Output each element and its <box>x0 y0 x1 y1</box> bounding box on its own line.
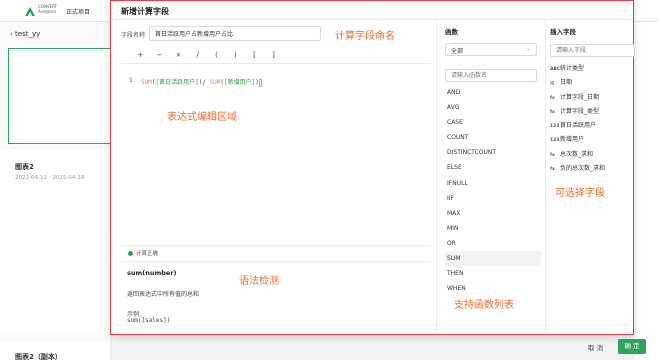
function-signature: sum(number) <box>127 269 177 277</box>
plus-operator-button[interactable]: + <box>131 51 150 59</box>
minus-operator-button[interactable]: − <box>150 51 169 59</box>
formula-icon: fx <box>550 109 555 115</box>
function-item-selected[interactable]: SUM <box>445 251 541 267</box>
confirm-button[interactable]: 确 定 <box>618 339 646 354</box>
function-item[interactable]: AND <box>445 85 541 100</box>
calc-field-dialog: 新增计算字段 字段名称 计算字段命名 + − × / ( ) [ ] 1 SUM… <box>110 0 635 335</box>
field-item[interactable]: ABC统计类型 <box>550 62 632 76</box>
annotation-field-name: 计算字段命名 <box>335 31 395 42</box>
function-panel-title: 函数 <box>445 28 458 36</box>
function-item[interactable]: COUNT <box>445 130 541 145</box>
text-cursor <box>258 78 262 87</box>
field-item[interactable]: fx 负的总次数_求和 <box>550 162 632 176</box>
divide-operator-button[interactable]: / <box>188 51 207 59</box>
function-list: AND AVG CASE COUNT DISTINCTCOUNT ELSE IF… <box>445 85 541 296</box>
brand-name: CONVERT Analytics <box>38 4 58 14</box>
field-panel: 插入字段 ABC统计类型 ▤日期 fx计算字段_日期 fx计算字段_类型 123… <box>550 26 635 176</box>
field-name-input[interactable] <box>149 26 321 41</box>
field-search-input[interactable] <box>550 44 635 57</box>
function-item[interactable]: IIF <box>445 191 541 206</box>
open-paren-button[interactable]: ( <box>207 51 226 59</box>
close-bracket-button[interactable]: ] <box>264 51 283 59</box>
chart-card-date: 2022-04-12 - 2022-04-18 <box>15 175 85 181</box>
multiply-operator-button[interactable]: × <box>169 51 188 59</box>
operator-toolbar: + − × / ( ) [ ] <box>131 51 283 59</box>
function-item[interactable]: OR <box>445 236 541 251</box>
line-number: 1 <box>129 77 133 84</box>
expression-editor[interactable]: 1 SUM([首日活跃用户])/ SUM([新增用户]) 表达式编辑区域 <box>121 63 431 258</box>
open-bracket-button[interactable]: [ <box>245 51 264 59</box>
field-name-label: 字段名称 <box>121 32 146 39</box>
function-item[interactable]: ELSE <box>445 160 541 175</box>
text-type-icon: ABC <box>550 67 561 72</box>
right-panel <box>634 22 658 360</box>
field-item[interactable]: ▤ 日期 <box>550 76 632 90</box>
annotation-functions: 支持函数列表 <box>454 300 514 311</box>
divider <box>545 20 546 334</box>
date-type-icon: ▤ <box>550 81 555 87</box>
function-item[interactable]: CASE <box>445 115 541 130</box>
check-icon <box>128 250 133 256</box>
formula-icon: fx <box>550 152 555 158</box>
function-search-input[interactable] <box>445 69 537 82</box>
close-paren-button[interactable]: ) <box>226 51 245 59</box>
project-name[interactable]: 正式项目 <box>66 7 90 16</box>
annotation-editor: 表达式编辑区域 <box>167 112 237 123</box>
divider <box>111 19 633 20</box>
function-item[interactable]: DISTINCTCOUNT <box>445 145 541 160</box>
chart-card-title: 图表2（副本） <box>15 353 62 360</box>
example-code: sum([sales]) <box>127 317 171 324</box>
function-category-select[interactable]: 全部 ⌄ <box>445 43 537 56</box>
function-item[interactable]: WHEN <box>445 281 541 296</box>
function-item[interactable]: MAX <box>445 206 541 221</box>
validation-status: 计算正确 <box>121 245 431 257</box>
chart-card-title: 图表2 <box>15 163 34 171</box>
field-list: ABC统计类型 ▤ 日期 fx 计算字段_日期 fx 计算字段_类型 123首日活跃用… <box>550 62 632 176</box>
divider <box>436 20 437 334</box>
function-item[interactable]: IFNULL <box>445 176 541 191</box>
syntax-help-panel: sum(number) 返回表达式中所有值的总和 示例: sum([sales]… <box>121 261 431 332</box>
field-item[interactable]: fx 计算字段_日期 <box>550 91 632 105</box>
back-link[interactable]: ‹ test_yy <box>10 30 40 38</box>
formula-icon: fx <box>550 95 555 101</box>
number-type-icon: 123 <box>550 138 560 144</box>
field-item[interactable]: fx 总次数_求和 <box>550 148 632 162</box>
dialog-title: 新增计算字段 <box>121 7 169 16</box>
field-item[interactable]: 123首日活跃用户 <box>550 119 632 133</box>
field-panel-title: 插入字段 <box>550 28 576 36</box>
field-item[interactable]: fx 计算字段_类型 <box>550 105 632 119</box>
field-item[interactable]: 123新增用户 <box>550 133 632 147</box>
annotation-fields: 可选择字段 <box>555 188 605 199</box>
function-description: 返回表达式中所有值的总和 <box>127 291 200 298</box>
function-item[interactable]: THEN <box>445 266 541 281</box>
cancel-button[interactable]: 取 消 <box>588 342 603 352</box>
function-item[interactable]: MIN <box>445 221 541 236</box>
function-item[interactable]: AVG <box>445 100 541 115</box>
annotation-syntax: 语法检测 <box>239 276 279 287</box>
chart-card-selected[interactable] <box>8 48 110 144</box>
formula-icon: fx <box>550 167 555 173</box>
number-type-icon: 123 <box>550 124 560 130</box>
expression-text[interactable]: SUM([首日活跃用户])/ SUM([新增用户]) <box>141 77 262 87</box>
app-logo-icon <box>25 7 35 16</box>
function-panel: 函数 全部⌄ AND AVG CASE COUNT DISTINCTCOUNT … <box>445 26 541 296</box>
chevron-down-icon: ⌄ <box>525 45 531 52</box>
